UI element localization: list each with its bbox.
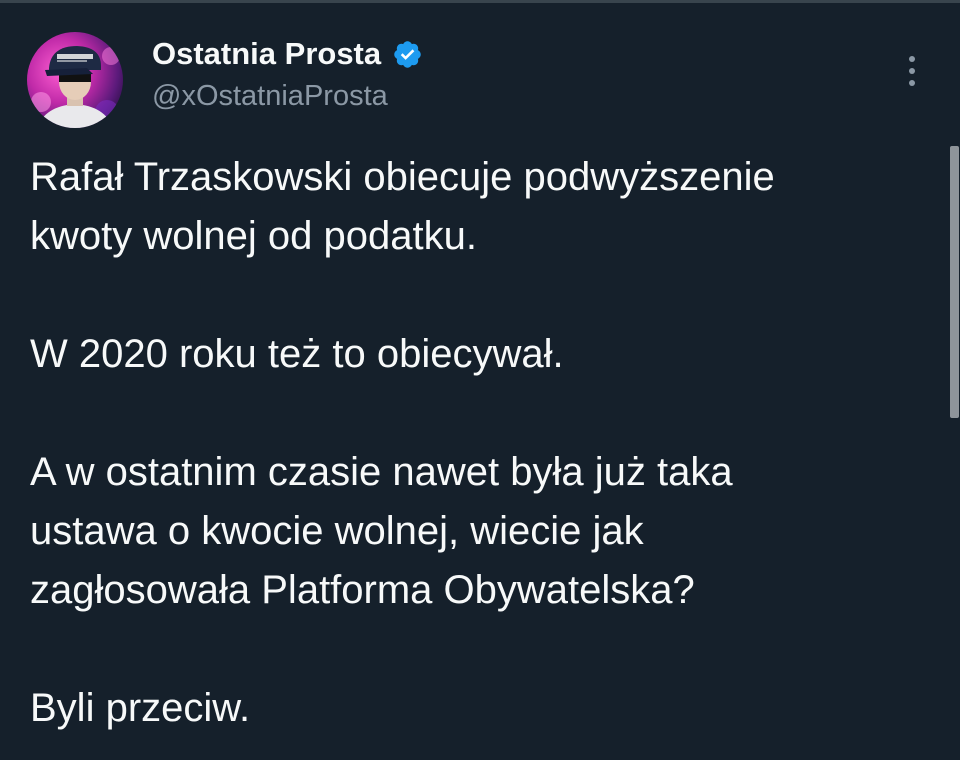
- avatar-image: [27, 32, 123, 128]
- top-divider: [0, 0, 960, 3]
- tweet-paragraph: W 2020 roku też to obiecywał.: [30, 332, 564, 376]
- author-display-name[interactable]: Ostatnia Prosta: [152, 36, 381, 72]
- tweet-body: Rafał Trzaskowski obiecuje podwyższenie …: [30, 148, 930, 738]
- tweet-paragraph: Byli przeciw.: [30, 686, 251, 730]
- more-options-button[interactable]: [896, 50, 928, 92]
- scrollbar-thumb[interactable]: [950, 146, 959, 418]
- author-name-row: Ostatnia Prosta: [152, 34, 423, 74]
- author-handle[interactable]: @xOstatniaProsta: [152, 80, 388, 113]
- tweet-paragraph: Rafał Trzaskowski obiecuje podwyższenie …: [30, 155, 775, 258]
- more-vertical-dots-icon: [909, 80, 915, 86]
- tweet-paragraph: A w ostatnim czasie nawet była już taka …: [30, 450, 733, 612]
- more-vertical-dots-icon: [909, 56, 915, 62]
- more-vertical-dots-icon: [909, 68, 915, 74]
- verified-check-icon: [394, 40, 421, 68]
- author-avatar[interactable]: [27, 32, 123, 128]
- tweet-screen: Ostatnia Prosta @xOstatniaProsta Rafał T…: [0, 0, 960, 760]
